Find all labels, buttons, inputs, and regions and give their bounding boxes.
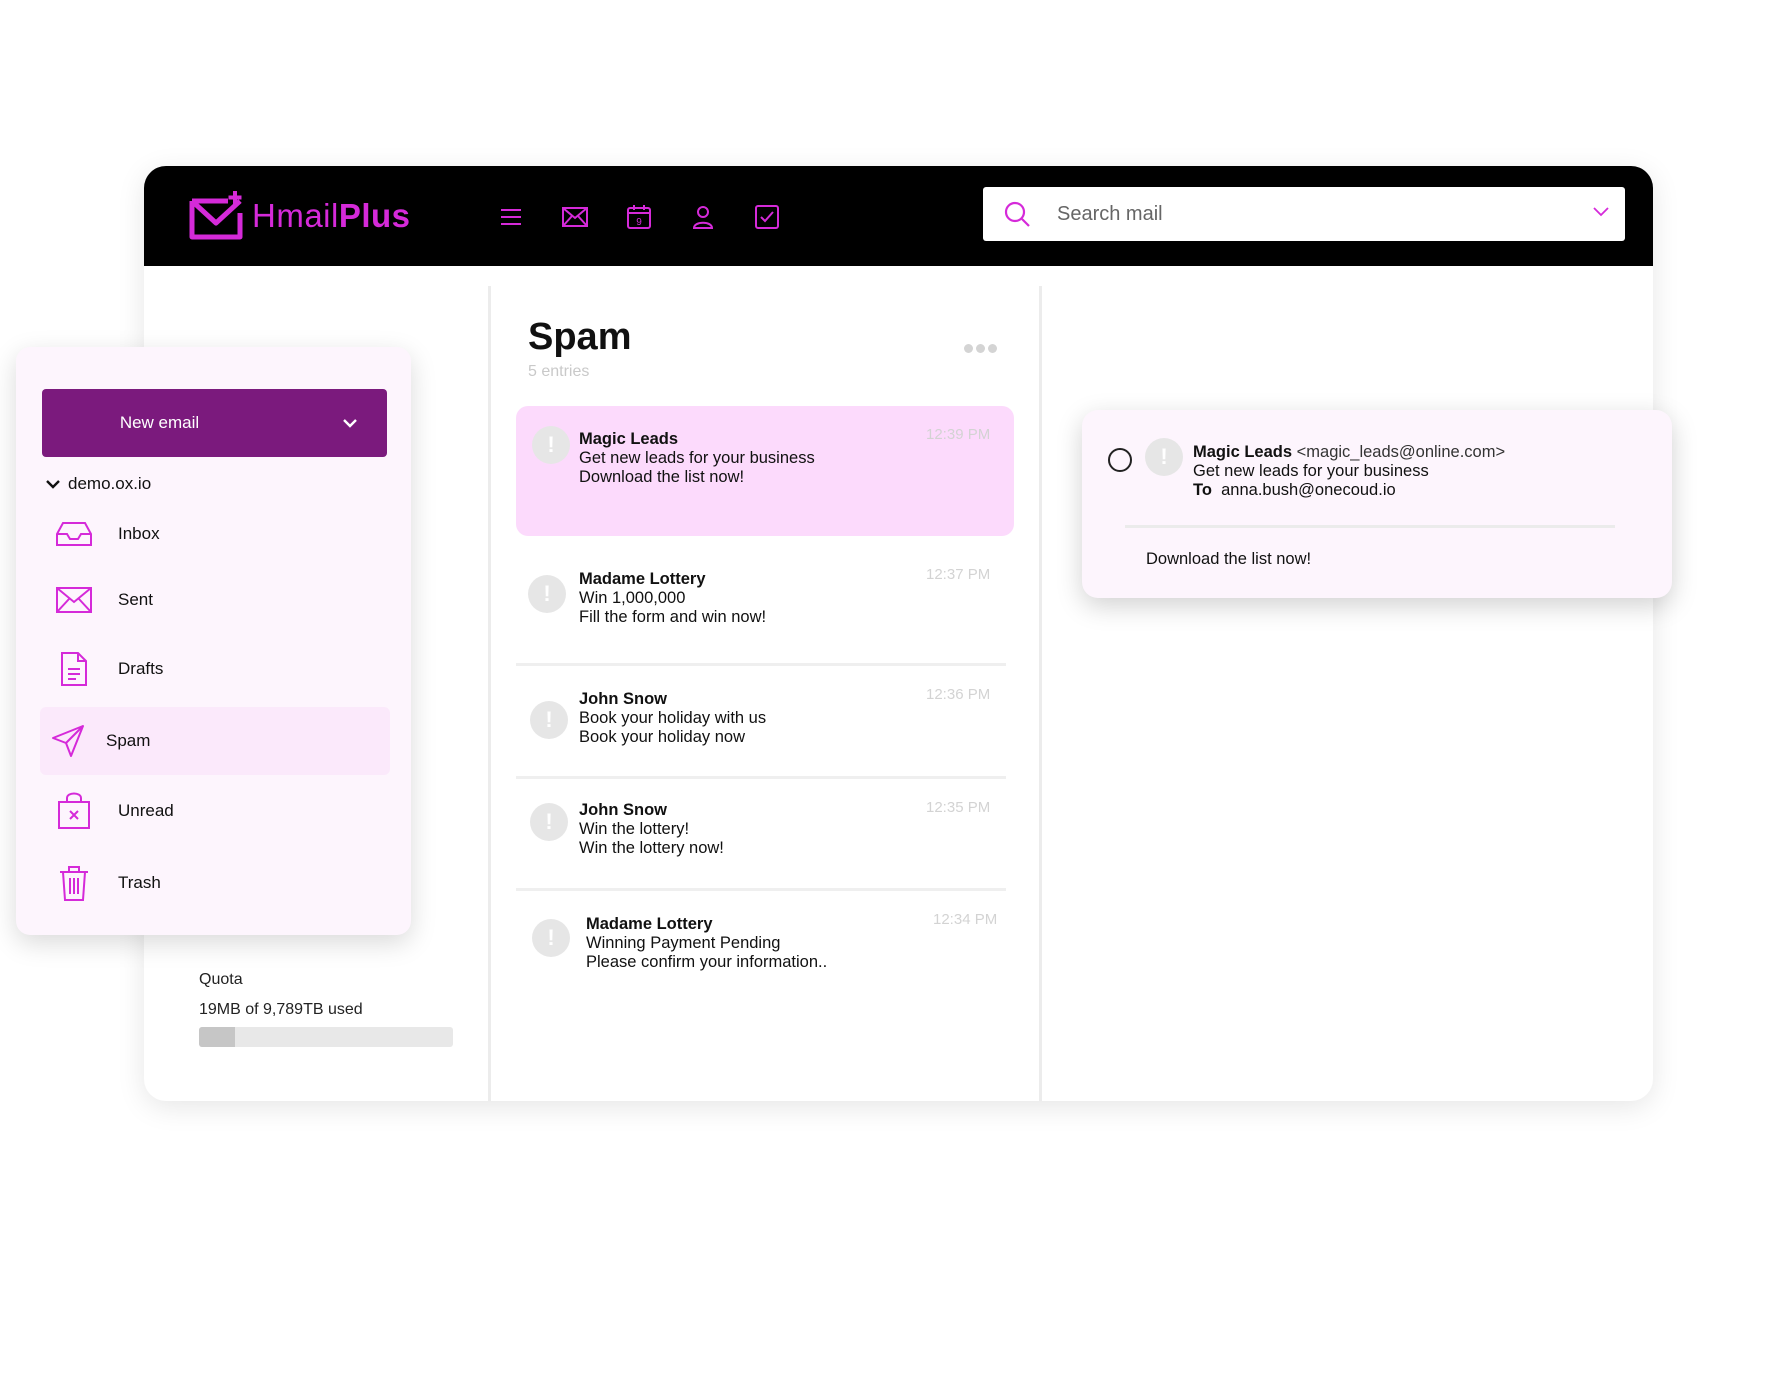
mail-sender: John Snow	[579, 801, 667, 819]
logo-text: HmailPlus	[252, 197, 411, 234]
trash-icon	[50, 859, 98, 907]
sidebar-item-label: Drafts	[118, 659, 164, 678]
mail-subject: Win 1,000,000	[579, 589, 686, 607]
tasks-icon[interactable]	[750, 200, 784, 234]
mail-item-text: Madame Lottery Win 1,000,000 Fill the fo…	[579, 570, 766, 627]
spam-alert-icon: !	[532, 919, 570, 957]
mail-preview-card[interactable]: ! Magic Leads <magic_leads@online.com> G…	[1082, 410, 1672, 598]
mail-snippet: Book your holiday now	[579, 728, 746, 746]
preview-subject: Get new leads for your business	[1193, 462, 1429, 480]
sidebar-item-label: Unread	[118, 801, 174, 820]
mail-snippet: Download the list now!	[579, 468, 745, 486]
mail-time: 12:36 PM	[926, 686, 991, 703]
sidebar-item-label: Inbox	[118, 524, 160, 543]
sidebar-item-label: Sent	[118, 590, 153, 609]
mail-time: 12:34 PM	[933, 911, 998, 928]
mail-subject: Book your holiday with us	[579, 709, 767, 727]
search-bar	[983, 187, 1625, 241]
mail-list-item[interactable]: ! John Snow Book your holiday with us Bo…	[516, 666, 1014, 779]
inbox-icon	[50, 510, 98, 558]
spam-alert-icon: !	[530, 803, 568, 841]
search-input[interactable]	[1055, 197, 1559, 231]
mail-sender: John Snow	[579, 690, 667, 708]
document-icon	[50, 645, 98, 693]
preview-body: Download the list now!	[1146, 550, 1312, 568]
mail-item-text: Magic Leads Get new leads for your busin…	[579, 430, 815, 487]
svg-text:9: 9	[636, 217, 642, 228]
sidebar-item-sent[interactable]: Sent	[40, 566, 390, 634]
bag-icon	[50, 787, 98, 835]
more-options-icon[interactable]	[964, 344, 1000, 353]
column-divider-right	[1039, 286, 1042, 1101]
chevron-down-icon[interactable]	[343, 419, 357, 428]
mail-sender: Madame Lottery	[586, 915, 713, 933]
column-divider-left	[488, 286, 491, 1101]
preview-sender: Magic Leads	[1193, 443, 1293, 461]
mail-snippet: Win the lottery now!	[579, 839, 724, 857]
mail-time: 12:37 PM	[926, 566, 991, 583]
logo[interactable]: HmailPlus	[188, 190, 411, 242]
mail-snippet: Please confirm your information..	[586, 953, 828, 971]
quota-used-text: 19MB of 9,789TB used	[199, 1001, 363, 1018]
quota-progress-fill	[199, 1027, 235, 1047]
entry-count: 5 entries	[528, 363, 590, 380]
spam-alert-icon: !	[532, 426, 570, 464]
preview-divider	[1125, 525, 1615, 528]
sidebar-item-inbox[interactable]: Inbox	[40, 500, 390, 568]
preview-sender-address: <magic_leads@online.com>	[1296, 443, 1506, 461]
sidebar: New email demo.ox.io Inbox Sent Drafts S…	[16, 347, 411, 935]
chevron-down-icon	[46, 479, 60, 489]
mail-item-text: John Snow Win the lottery! Win the lotte…	[579, 801, 724, 858]
header-nav: 9	[494, 200, 814, 234]
mail-list-item[interactable]: ! Madame Lottery Win 1,000,000 Fill the …	[516, 536, 1014, 666]
sidebar-item-spam[interactable]: Spam	[40, 707, 390, 775]
preview-header: Magic Leads <magic_leads@online.com> Get…	[1193, 443, 1505, 500]
search-icon[interactable]	[1003, 200, 1031, 228]
top-bar: HmailPlus 9	[144, 166, 1653, 266]
mail-list: ! Magic Leads Get new leads for your bus…	[516, 406, 1014, 1011]
envelope-icon	[50, 576, 98, 624]
mail-list-item[interactable]: ! Madame Lottery Winning Payment Pending…	[516, 891, 1014, 1011]
sidebar-item-label: Trash	[118, 873, 161, 892]
mail-subject: Winning Payment Pending	[586, 934, 781, 952]
account-name: demo.ox.io	[68, 474, 152, 493]
mail-list-header: Spam 5 entries	[528, 316, 1008, 381]
menu-icon[interactable]	[494, 200, 528, 234]
mail-list-item[interactable]: ! John Snow Win the lottery! Win the lot…	[516, 779, 1014, 891]
sidebar-item-trash[interactable]: Trash	[40, 849, 390, 917]
mail-snippet: Fill the form and win now!	[579, 608, 767, 626]
spam-alert-icon: !	[1145, 438, 1183, 476]
mail-sender: Magic Leads	[579, 430, 679, 448]
sidebar-item-unread[interactable]: Unread	[40, 777, 390, 845]
mail-item-text: Madame Lottery Winning Payment Pending P…	[586, 915, 827, 972]
preview-to-label: To	[1193, 481, 1212, 499]
contacts-icon[interactable]	[686, 200, 720, 234]
new-email-label: New email	[119, 413, 200, 432]
page-title: Spam	[528, 316, 632, 358]
mail-sender: Madame Lottery	[579, 570, 706, 588]
quota-progress-bar	[199, 1027, 453, 1047]
account-toggle[interactable]: demo.ox.io	[46, 474, 151, 494]
quota-panel: Quota 19MB of 9,789TB used	[199, 971, 459, 1047]
mail-subject: Win the lottery!	[579, 820, 690, 838]
chevron-down-icon[interactable]	[1593, 207, 1609, 217]
mail-list-item[interactable]: ! Magic Leads Get new leads for your bus…	[516, 406, 1014, 536]
mail-icon[interactable]	[558, 200, 592, 234]
send-icon	[44, 717, 92, 765]
mail-item-text: John Snow Book your holiday with us Book…	[579, 690, 766, 747]
mail-time: 12:35 PM	[926, 799, 991, 816]
logo-mail-plus-icon	[189, 191, 243, 240]
preview-recipient: anna.bush@onecoud.io	[1221, 481, 1396, 499]
quota-title: Quota	[199, 971, 243, 988]
sidebar-item-drafts[interactable]: Drafts	[40, 635, 390, 703]
select-radio[interactable]	[1108, 448, 1132, 472]
mail-subject: Get new leads for your business	[579, 449, 815, 467]
sidebar-item-label: Spam	[106, 731, 151, 750]
spam-alert-icon: !	[530, 701, 568, 739]
mail-time: 12:39 PM	[926, 426, 991, 443]
spam-alert-icon: !	[528, 575, 566, 613]
new-email-button[interactable]: New email	[42, 389, 387, 457]
calendar-icon[interactable]: 9	[622, 200, 656, 234]
